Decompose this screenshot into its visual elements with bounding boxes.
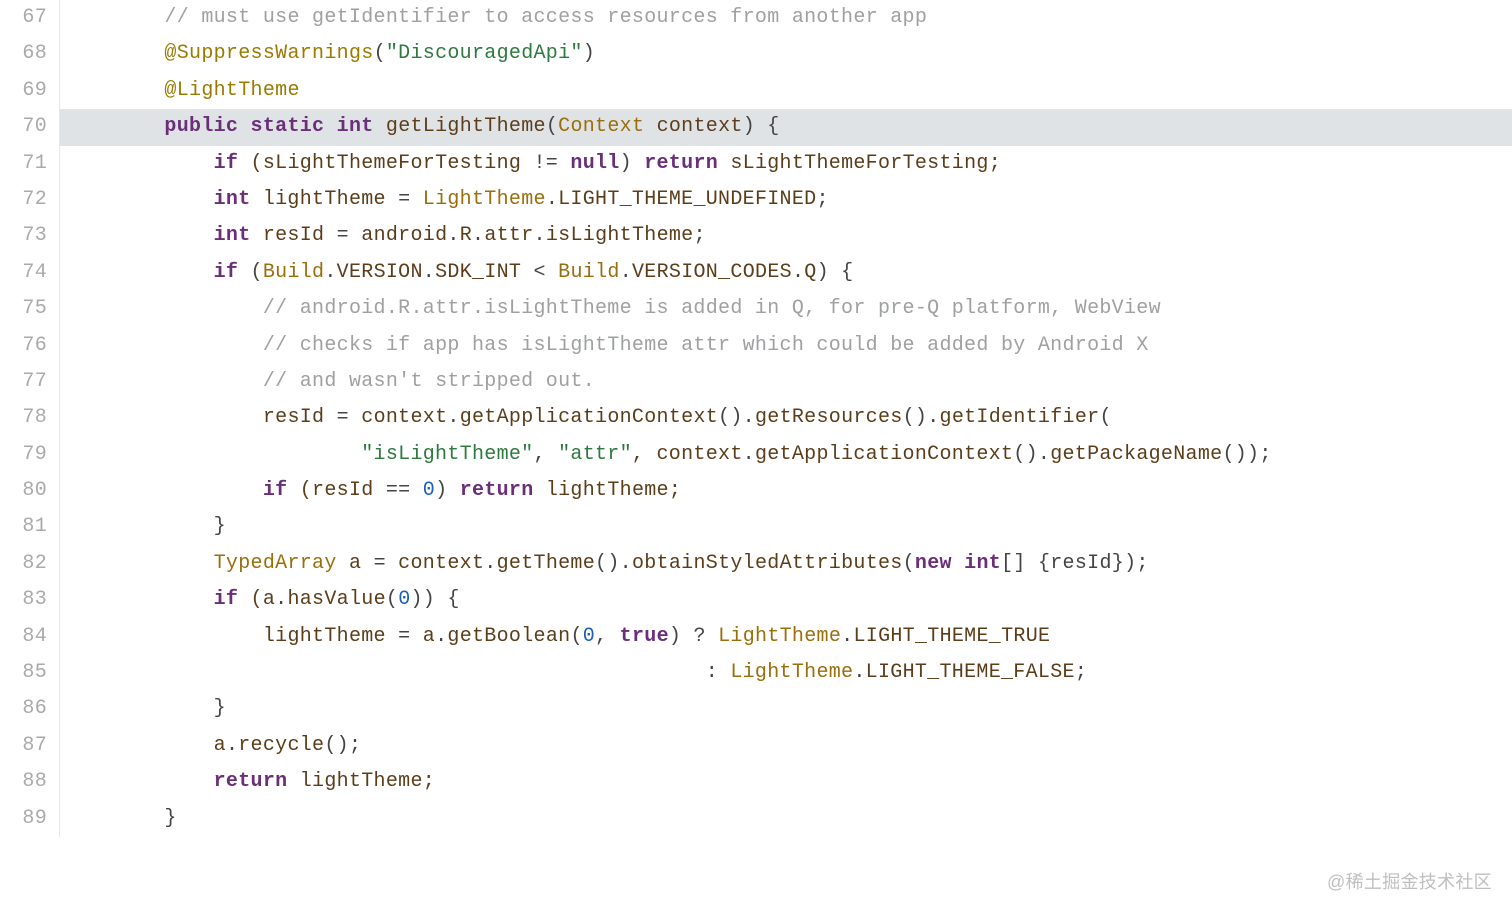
- code-line[interactable]: @LightTheme: [60, 73, 1512, 109]
- line-number: 76: [0, 328, 47, 364]
- code-line[interactable]: // and wasn't stripped out.: [60, 364, 1512, 400]
- line-number: 88: [0, 764, 47, 800]
- code-line[interactable]: "isLightTheme", "attr", context.getAppli…: [60, 437, 1512, 473]
- code-area[interactable]: // must use getIdentifier to access reso…: [60, 0, 1512, 837]
- line-number: 75: [0, 291, 47, 327]
- code-line[interactable]: int lightTheme = LightTheme.LIGHT_THEME_…: [60, 182, 1512, 218]
- line-number: 83: [0, 582, 47, 618]
- code-line[interactable]: // checks if app has isLightTheme attr w…: [60, 328, 1512, 364]
- code-line[interactable]: // android.R.attr.isLightTheme is added …: [60, 291, 1512, 327]
- line-number: 84: [0, 619, 47, 655]
- watermark-text: @稀土掘金技术社区: [1327, 866, 1492, 899]
- code-line[interactable]: a.recycle();: [60, 728, 1512, 764]
- line-number: 72: [0, 182, 47, 218]
- line-number: 67: [0, 0, 47, 36]
- code-line[interactable]: int resId = android.R.attr.isLightTheme;: [60, 218, 1512, 254]
- line-number: 74: [0, 255, 47, 291]
- code-line[interactable]: : LightTheme.LIGHT_THEME_FALSE;: [60, 655, 1512, 691]
- code-line[interactable]: return lightTheme;: [60, 764, 1512, 800]
- line-number: 81: [0, 509, 47, 545]
- code-line[interactable]: }: [60, 801, 1512, 837]
- line-number: 87: [0, 728, 47, 764]
- line-number: 79: [0, 437, 47, 473]
- line-number: 77: [0, 364, 47, 400]
- code-line[interactable]: TypedArray a = context.getTheme().obtain…: [60, 546, 1512, 582]
- line-number: 89: [0, 801, 47, 837]
- line-number: 86: [0, 691, 47, 727]
- code-line[interactable]: if (Build.VERSION.SDK_INT < Build.VERSIO…: [60, 255, 1512, 291]
- line-number: 71: [0, 146, 47, 182]
- line-number: 68: [0, 36, 47, 72]
- code-line[interactable]: if (sLightThemeForTesting != null) retur…: [60, 146, 1512, 182]
- code-line[interactable]: resId = context.getApplicationContext().…: [60, 400, 1512, 436]
- code-line[interactable]: if (resId == 0) return lightTheme;: [60, 473, 1512, 509]
- code-line[interactable]: // must use getIdentifier to access reso…: [60, 0, 1512, 36]
- code-line[interactable]: @SuppressWarnings("DiscouragedApi"): [60, 36, 1512, 72]
- line-number: 80: [0, 473, 47, 509]
- line-number: 82: [0, 546, 47, 582]
- code-line-highlighted[interactable]: public static int getLightTheme(Context …: [60, 109, 1512, 145]
- line-number: 70: [0, 109, 47, 145]
- line-number: 73: [0, 218, 47, 254]
- code-line[interactable]: if (a.hasValue(0)) {: [60, 582, 1512, 618]
- line-number: 85: [0, 655, 47, 691]
- line-number-gutter: 67 68 69 70 71 72 73 74 75 76 77 78 79 8…: [0, 0, 60, 837]
- code-line[interactable]: }: [60, 509, 1512, 545]
- code-editor: 67 68 69 70 71 72 73 74 75 76 77 78 79 8…: [0, 0, 1512, 837]
- line-number: 78: [0, 400, 47, 436]
- code-line[interactable]: }: [60, 691, 1512, 727]
- line-number: 69: [0, 73, 47, 109]
- code-line[interactable]: lightTheme = a.getBoolean(0, true) ? Lig…: [60, 619, 1512, 655]
